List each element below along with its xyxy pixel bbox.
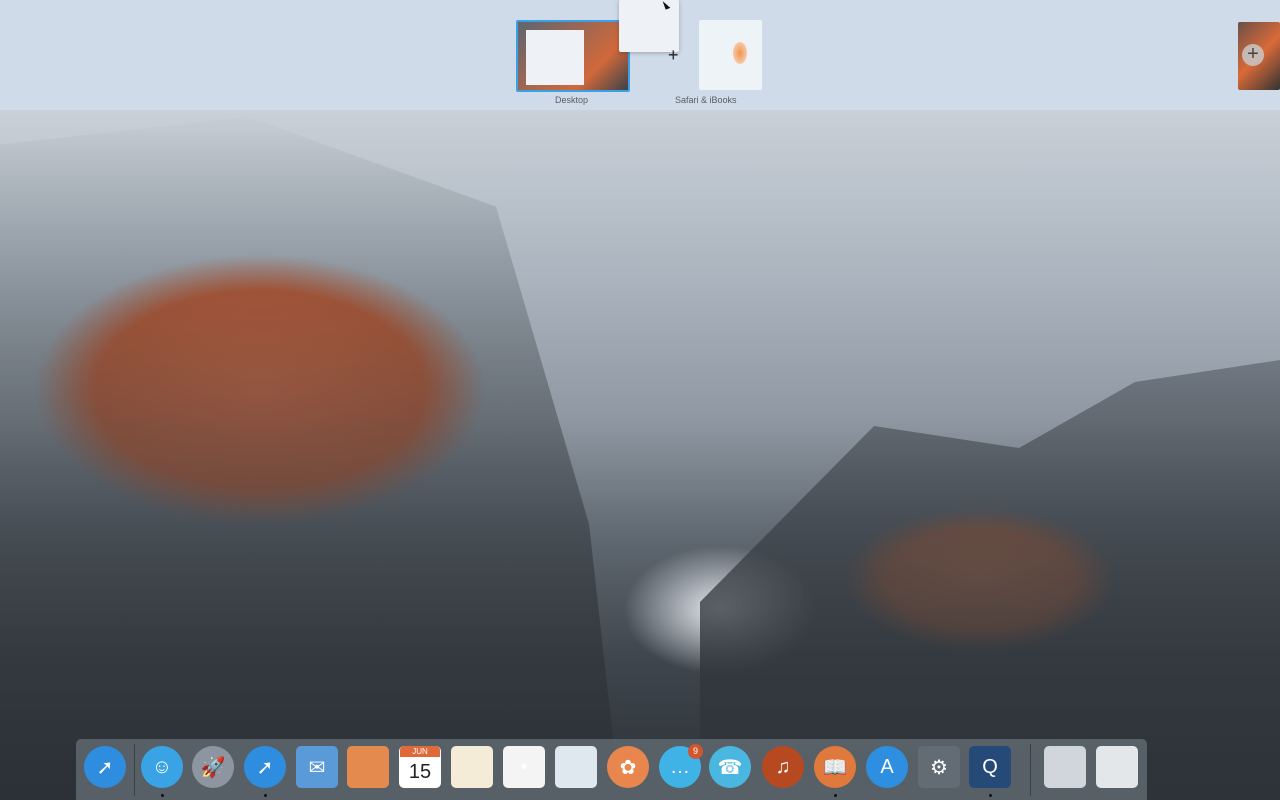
safari-icon[interactable]: ➚ bbox=[84, 746, 126, 788]
book-icon[interactable]: 📖 bbox=[814, 746, 856, 788]
drop-plus-icon: + bbox=[668, 45, 679, 65]
space-desktop-thumbnail[interactable] bbox=[516, 20, 630, 92]
running-indicator bbox=[161, 794, 164, 797]
trash-icon[interactable] bbox=[1096, 746, 1138, 788]
dock-divider bbox=[134, 744, 135, 796]
space-label: Safari & iBooks bbox=[675, 95, 737, 105]
running-indicator bbox=[264, 794, 267, 797]
music-icon[interactable]: ♫ bbox=[762, 746, 804, 788]
contacts-icon[interactable] bbox=[347, 746, 389, 788]
ibooks-window-thumbnail bbox=[733, 42, 747, 64]
window-thumbnail[interactable] bbox=[526, 30, 584, 85]
space-safari-ibooks-thumbnail[interactable] bbox=[699, 20, 762, 90]
photos-icon[interactable]: ✿ bbox=[607, 746, 649, 788]
rocket-icon[interactable]: 🚀 bbox=[192, 746, 234, 788]
messages-badge: 9 bbox=[688, 744, 703, 759]
finder-icon[interactable]: ☺ bbox=[141, 746, 183, 788]
app-store-icon[interactable]: A bbox=[866, 746, 908, 788]
add-space-button[interactable]: + bbox=[1238, 22, 1280, 90]
plus-icon: + bbox=[1242, 44, 1264, 66]
facetime-icon[interactable]: ☎ bbox=[709, 746, 751, 788]
mission-control-spaces-bar: Desktop + Safari & iBooks + bbox=[0, 0, 1280, 110]
space-label: Desktop bbox=[555, 95, 589, 105]
quicktime-icon[interactable]: Q bbox=[969, 746, 1011, 788]
safari-icon[interactable]: ➚ bbox=[244, 746, 286, 788]
running-indicator bbox=[989, 794, 992, 797]
stamp-icon[interactable]: ✉ bbox=[296, 746, 338, 788]
gear-icon[interactable]: ⚙ bbox=[918, 746, 960, 788]
notes-icon[interactable] bbox=[451, 746, 493, 788]
dock-divider bbox=[1030, 744, 1031, 796]
reminders-icon[interactable]: • bbox=[503, 746, 545, 788]
running-indicator bbox=[834, 794, 837, 797]
preview-icon[interactable] bbox=[555, 746, 597, 788]
folder-icon[interactable] bbox=[1044, 746, 1086, 788]
calendar-month-label: JUN bbox=[400, 746, 440, 757]
